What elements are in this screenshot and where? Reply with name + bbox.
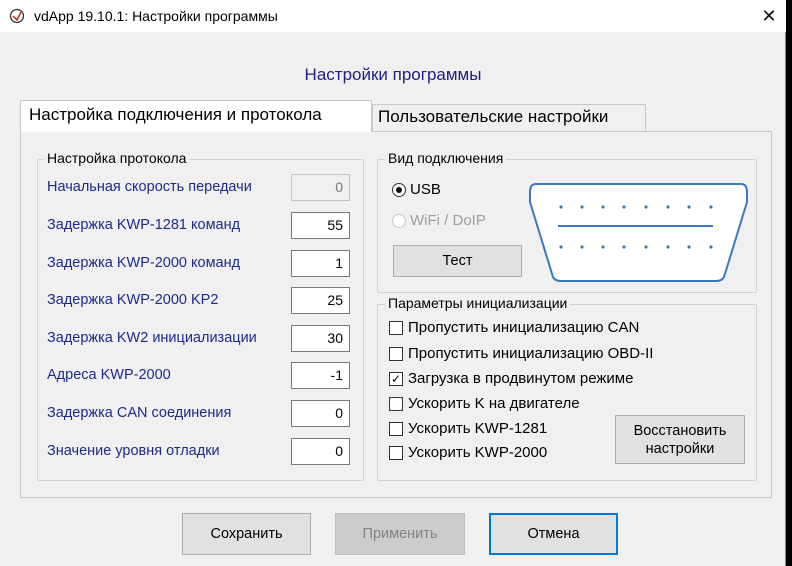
advanced-load-label: Загрузка в продвинутом режиме — [408, 370, 634, 387]
speedup-kwp1281-label: Ускорить KWP-1281 — [408, 420, 548, 437]
wifi-radio-label: WiFi / DoIP — [410, 212, 486, 229]
initial-baud-field: 0 — [291, 174, 350, 201]
wifi-radio-option: WiFi / DoIP — [392, 212, 486, 229]
protocol-group — [37, 159, 364, 481]
tab-connection-protocol[interactable]: Настройка подключения и протокола — [20, 100, 372, 132]
speedup-kwp2000-option[interactable]: Ускорить KWP-2000 — [389, 444, 547, 461]
skip-can-init-option[interactable]: Пропустить инициализацию CAN — [389, 319, 639, 336]
speedup-kwp1281-option[interactable]: Ускорить KWP-1281 — [389, 420, 547, 437]
skip-obd2-init-label: Пропустить инициализацию OBD-II — [408, 345, 654, 362]
obd-connector-icon — [529, 183, 748, 282]
kwp2000-delay-label: Задержка KWP-2000 команд — [47, 255, 241, 271]
restore-defaults-line1: Восстановить — [633, 422, 727, 439]
dialog-heading: Настройки программы — [304, 65, 482, 84]
kwp2000-kp2-field[interactable]: 25 — [291, 287, 350, 314]
usb-radio[interactable] — [392, 182, 406, 197]
advanced-load-checkbox[interactable]: ✓ — [389, 371, 403, 386]
kwp2000-address-label: Адреса KWP-2000 — [47, 367, 171, 383]
wifi-radio — [392, 213, 406, 228]
save-button[interactable]: Сохранить — [182, 513, 311, 555]
tab-user-settings[interactable]: Пользовательские настройки — [372, 104, 646, 132]
kwp1281-delay-field[interactable]: 55 — [291, 212, 350, 239]
apply-button: Применить — [335, 513, 465, 555]
cancel-button[interactable]: Отмена — [489, 513, 618, 555]
title-bar[interactable]: vdApp 19.10.1: Настройки программы ✕ — [0, 0, 786, 32]
speedup-k-engine-label: Ускорить K на двигателе — [408, 395, 580, 412]
close-icon[interactable]: ✕ — [756, 4, 782, 28]
initial-baud-label: Начальная скорость передачи — [47, 179, 252, 195]
advanced-load-option[interactable]: ✓ Загрузка в продвинутом режиме — [389, 370, 633, 387]
debug-level-field[interactable]: 0 — [291, 438, 350, 465]
skip-can-init-label: Пропустить инициализацию CAN — [408, 319, 640, 336]
speedup-k-engine-checkbox[interactable] — [389, 396, 403, 411]
usb-radio-label: USB — [410, 181, 441, 198]
speedup-kwp2000-checkbox[interactable] — [389, 445, 403, 460]
skip-obd2-init-checkbox[interactable] — [389, 346, 403, 361]
kwp2000-kp2-label: Задержка KWP-2000 KP2 — [47, 292, 219, 308]
speedup-kwp1281-checkbox[interactable] — [389, 421, 403, 436]
kw2-init-delay-field[interactable]: 30 — [291, 325, 350, 352]
protocol-group-title: Настройка протокола — [44, 150, 190, 166]
skip-can-init-checkbox[interactable] — [389, 320, 403, 335]
speedup-kwp2000-label: Ускорить KWP-2000 — [408, 444, 548, 461]
vdapp-logo-icon — [9, 8, 25, 24]
skip-obd2-init-option[interactable]: Пропустить инициализацию OBD-II — [389, 345, 653, 362]
kwp2000-address-field[interactable]: -1 — [291, 362, 350, 389]
init-group-title: Параметры инициализации — [385, 295, 571, 311]
restore-defaults-line2: настройки — [645, 440, 715, 457]
settings-window: vdApp 19.10.1: Настройки программы ✕ Нас… — [0, 0, 786, 566]
debug-level-label: Значение уровня отладки — [47, 443, 220, 459]
connection-group-title: Вид подключения — [385, 150, 507, 166]
kwp1281-delay-label: Задержка KWP-1281 команд — [47, 217, 241, 233]
test-button[interactable]: Тест — [393, 245, 522, 277]
window-title: vdApp 19.10.1: Настройки программы — [34, 8, 278, 24]
kw2-init-delay-label: Задержка KW2 инициализации — [47, 330, 257, 346]
kwp2000-delay-field[interactable]: 1 — [291, 250, 350, 277]
restore-defaults-button[interactable]: Восстановить настройки — [615, 415, 745, 464]
can-delay-label: Задержка CAN соединения — [47, 405, 232, 421]
can-delay-field[interactable]: 0 — [291, 400, 350, 427]
usb-radio-option[interactable]: USB — [392, 181, 441, 198]
speedup-k-engine-option[interactable]: Ускорить K на двигателе — [389, 395, 580, 412]
